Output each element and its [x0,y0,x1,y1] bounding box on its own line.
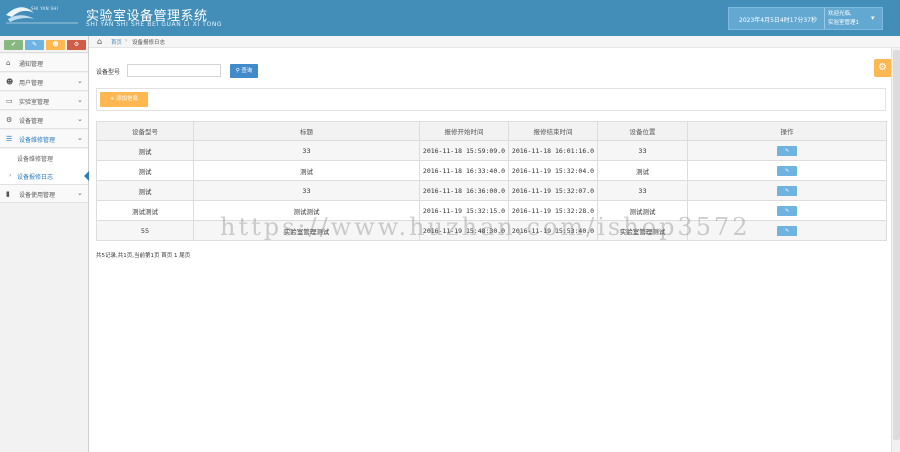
page-scrollbar[interactable] [891,48,900,452]
breadcrumb-separator: › [125,37,128,44]
edit-icon[interactable]: ✎ [777,225,797,236]
desktop-icon: ▭ [6,97,13,105]
edit-icon[interactable]: ✎ [777,165,797,176]
list-icon: ☰ [6,135,13,143]
column-header: 报修开始时间 [419,121,509,141]
sidebar-item-label: 设备维修管理 [19,137,56,144]
logo-text: SHI YAN SHI [31,6,59,11]
user-menu[interactable]: 2023年4月5日4时17分37秒 欢迎光临, 实验室管理1 ▾ [728,7,883,30]
bookmark-icon: ▮ [6,190,10,198]
cell-end-time: 2016-11-18 16:01:16.0 [508,140,598,161]
check-icon[interactable]: ✔ [4,40,23,50]
cell-model: 测试 [96,140,194,161]
cell-start-time: 2016-11-18 16:33:40.0 [419,160,509,181]
column-header: 设备位置 [597,121,688,141]
users-icon[interactable]: ☻ [46,40,65,50]
edit-icon[interactable]: ✎ [777,185,797,196]
cell-title: 33 [193,140,420,161]
scrollbar-thumb[interactable] [893,50,900,440]
cell-end-time: 2016-11-19 15:32:04.0 [508,160,598,181]
cell-end-time: 2016-11-19 15:32:07.0 [508,180,598,201]
users-icon: ☻ [6,78,14,86]
breadcrumb-current: 设备报修日志 [132,40,166,46]
repair-submenu: 设备维修管理 › 设备报修日志 [0,149,89,185]
cell-location: 测试 [597,160,688,181]
cogs-icon: ⚙ [6,116,13,124]
sidebar-item-label: 设备管理 [19,118,44,125]
angle-right-icon: › [9,172,12,179]
welcome-text: 欢迎光临, 实验室管理1 [828,10,859,28]
app-header: SHI YAN SHI 实验室设备管理系统 SHI YAN SHI SHE BE… [0,0,900,36]
search-button-label: 查询 [241,68,253,74]
cell-start-time: 2016-11-18 15:59:09.0 [419,140,509,161]
username: 实验室管理1 [828,20,859,26]
column-header: 设备型号 [96,121,194,141]
home-icon: ⌂ [6,59,11,67]
cell-actions: ✎ [687,160,887,181]
search-input[interactable] [127,64,221,77]
app-subtitle: SHI YAN SHI SHE BEI GUAN LI XI TONG [86,21,223,28]
table-row: 测试 33 2016-11-18 15:59:09.0 2016-11-18 1… [96,140,887,161]
datetime-display: 2023年4月5日4时17分37秒 [739,17,817,24]
sidebar-item-label: 设备使用管理 [19,192,56,199]
home-icon: ⌂ [97,37,103,46]
sidebar-item-notice[interactable]: ⌂ 通知管理 [0,54,88,72]
sidebar-item-label: 实验室管理 [19,99,50,106]
edit-icon[interactable]: ✎ [777,145,797,156]
cell-model: 测试 [96,180,194,201]
cell-model: 测试测试 [96,200,194,221]
sidebar-item-usage[interactable]: ▮ 设备使用管理 ⌄ [0,185,88,203]
chevron-down-icon: ⌄ [77,77,83,85]
sidebar-subitem-repair-log[interactable]: › 设备报修日志 [0,167,89,185]
cell-actions: ✎ [687,140,887,161]
settings-gear-icon[interactable]: ⚙ [874,59,891,77]
sidebar-subitem-repair-manage[interactable]: 设备维修管理 [0,149,88,167]
breadcrumb-home-link[interactable]: 首页 [111,38,122,46]
pencil-icon[interactable]: ✎ [25,40,44,50]
sidebar-item-label: 用户管理 [19,80,44,87]
sidebar-item-labs[interactable]: ▭ 实验室管理 ⌄ [0,92,88,110]
sidebar-item-devices[interactable]: ⚙ 设备管理 ⌄ [0,111,88,129]
sidebar: ✔ ✎ ☻ ⚙ ⌂ 通知管理 ☻ 用户管理 ⌄ ▭ 实验室管理 ⌄ ⚙ 设备管理… [0,36,89,452]
search-icon: ⚲ [235,68,240,74]
cell-title: 测试 [193,160,420,181]
column-header: 标题 [193,121,420,141]
cogs-icon[interactable]: ⚙ [67,40,86,50]
cell-title: 33 [193,180,420,201]
search-button[interactable]: ⚲ 查询 [230,64,258,78]
chevron-down-icon: ⌄ [77,115,83,123]
table-row: 测试 33 2016-11-18 16:36:00.0 2016-11-19 1… [96,180,887,201]
active-indicator [84,171,89,181]
column-header: 操作 [687,121,887,141]
cell-actions: ✎ [687,180,887,201]
cell-model: 55 [96,220,194,241]
toolbar: + 添加信息 [96,88,886,111]
sidebar-subitem-label: 设备维修管理 [17,156,54,163]
watermark-text: https://www.huzhan.com/ishop3572 [220,213,751,241]
edit-icon[interactable]: ✎ [777,205,797,216]
cell-start-time: 2016-11-18 16:36:00.0 [419,180,509,201]
sidebar-subitem-label: 设备报修日志 [17,174,54,181]
column-header: 报修结束时间 [508,121,598,141]
cell-location: 33 [597,180,688,201]
sidebar-item-users[interactable]: ☻ 用户管理 ⌄ [0,73,88,91]
sidebar-item-label: 通知管理 [19,61,44,68]
table-header-row: 设备型号 标题 报修开始时间 报修结束时间 设备位置 操作 [96,121,887,141]
chevron-down-icon: ⌄ [77,134,83,142]
user-separator [824,8,825,29]
welcome-label: 欢迎光临, [828,11,852,17]
cell-location: 33 [597,140,688,161]
chevron-down-icon: ⌄ [77,189,83,197]
table-row: 测试 测试 2016-11-18 16:33:40.0 2016-11-19 1… [96,160,887,181]
breadcrumb: ⌂ 首页 › 设备报修日志 [89,36,900,48]
cell-model: 测试 [96,160,194,181]
add-button[interactable]: + 添加信息 [100,92,148,107]
chevron-down-icon: ⌄ [77,96,83,104]
sidebar-item-repair[interactable]: ☰ 设备维修管理 ⌄ [0,130,88,148]
pagination-info: 共5记录,共1页,当前第1页 首页 1 尾页 [96,253,191,259]
sidebar-shortcuts: ✔ ✎ ☻ ⚙ [0,36,88,53]
search-label: 设备型号 [96,69,121,76]
caret-down-icon[interactable]: ▾ [871,14,875,22]
